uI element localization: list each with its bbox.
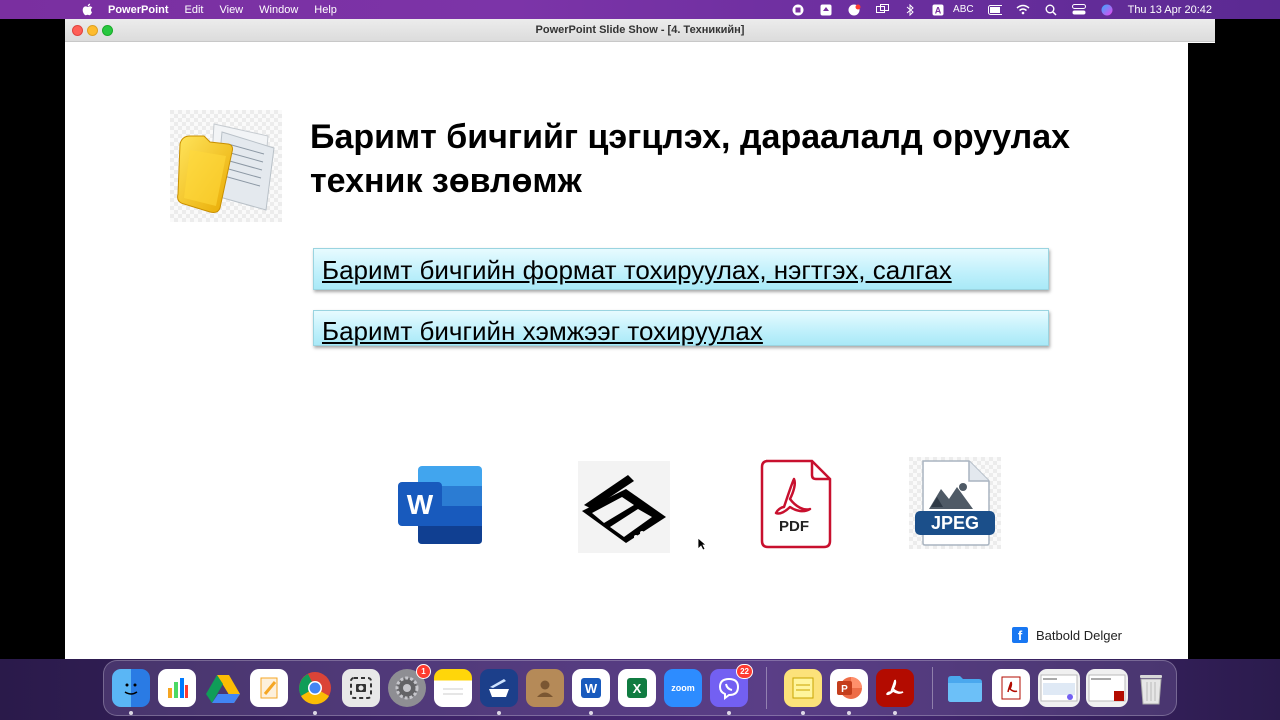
slide-margin-right xyxy=(1188,43,1215,659)
svg-text:A: A xyxy=(935,5,942,15)
dock: 1 W X zoom 22 P xyxy=(103,660,1177,716)
menu-view[interactable]: View xyxy=(219,4,243,16)
apple-menu-icon[interactable] xyxy=(78,0,96,19)
google-drive-icon[interactable] xyxy=(204,669,242,707)
word-icon-letter: W xyxy=(407,489,434,520)
screenshot-icon[interactable] xyxy=(342,669,380,707)
siri-icon[interactable] xyxy=(1100,4,1114,16)
window-thumbnail-1[interactable] xyxy=(1038,669,1080,707)
jpeg-file-icon: JPEG xyxy=(909,457,1001,549)
menu-window[interactable]: Window xyxy=(259,4,298,16)
topic-link-format[interactable]: Баримт бичгийн формат тохируулах, нэгтгэ… xyxy=(313,248,1049,290)
input-source-icon[interactable]: A xyxy=(931,4,945,16)
excel-dock-icon[interactable]: X xyxy=(618,669,656,707)
chrome-icon[interactable] xyxy=(296,669,334,707)
finder-icon[interactable] xyxy=(112,669,150,707)
mouse-cursor-icon xyxy=(697,537,708,551)
stickies-icon[interactable] xyxy=(784,669,822,707)
viber-icon[interactable]: 22 xyxy=(710,664,753,707)
svg-text:P: P xyxy=(841,684,848,695)
screens-icon[interactable] xyxy=(875,4,889,16)
slide-title: Баримт бичгийг цэгцлэх, дараалалд оруула… xyxy=(310,118,1071,200)
maximize-window-button[interactable] xyxy=(102,25,113,36)
upload-icon[interactable] xyxy=(819,4,833,16)
downloads-folder-icon[interactable] xyxy=(946,669,984,707)
menu-help[interactable]: Help xyxy=(314,4,337,16)
folder-documents-image xyxy=(170,110,282,222)
zoom-label: zoom xyxy=(671,683,695,693)
numbers-chart-icon[interactable] xyxy=(158,669,196,707)
battery-icon[interactable] xyxy=(987,4,1002,16)
pdf-stack-icon[interactable] xyxy=(992,669,1030,707)
word-dock-letter: W xyxy=(581,678,601,698)
search-icon[interactable] xyxy=(1044,4,1058,16)
wifi-icon[interactable] xyxy=(1016,4,1030,16)
zoom-icon[interactable]: zoom xyxy=(664,669,702,707)
notes-icon[interactable] xyxy=(434,669,472,707)
stop-recording-icon[interactable] xyxy=(791,4,805,16)
menu-edit[interactable]: Edit xyxy=(185,4,204,16)
pdf-icon-label: PDF xyxy=(779,518,809,535)
excel-dock-letter: X xyxy=(627,678,647,698)
system-settings-icon[interactable]: 1 xyxy=(388,664,431,707)
slide-canvas[interactable]: Баримт бичгийг цэгцлэх, дараалалд оруула… xyxy=(92,43,1188,659)
control-center-icon[interactable] xyxy=(1071,4,1086,16)
acrobat-icon[interactable] xyxy=(876,669,914,707)
minimize-window-button[interactable] xyxy=(87,25,98,36)
window-thumbnail-2[interactable] xyxy=(1086,669,1128,707)
chat-notification-icon[interactable] xyxy=(847,4,861,16)
slide-margin-left xyxy=(65,43,92,659)
word-icon: W xyxy=(398,464,484,546)
contacts-icon[interactable] xyxy=(526,669,564,707)
viber-badge: 22 xyxy=(736,664,753,679)
window-titlebar[interactable]: PowerPoint Slide Show - [4. Техникийн] xyxy=(65,19,1215,42)
menu-bar: PowerPoint Edit View Window Help A ABC T… xyxy=(0,0,1280,19)
scanner-icon xyxy=(578,461,670,553)
input-source-label[interactable]: ABC xyxy=(953,4,974,15)
pdf-file-icon: PDF xyxy=(760,459,832,549)
author-credit: f Batbold Delger xyxy=(1012,627,1122,643)
jpeg-icon-label: JPEG xyxy=(931,513,979,533)
settings-badge: 1 xyxy=(416,664,431,679)
scanner-app-icon[interactable] xyxy=(480,669,518,707)
menubar-clock[interactable]: Thu 13 Apr 20:42 xyxy=(1128,4,1212,16)
pages-icon[interactable] xyxy=(250,669,288,707)
bluetooth-icon[interactable] xyxy=(903,3,917,16)
menu-app-name[interactable]: PowerPoint xyxy=(108,4,169,16)
topic-link-size[interactable]: Баримт бичгийн хэмжээг тохируулах xyxy=(313,310,1049,346)
facebook-icon: f xyxy=(1012,627,1028,643)
close-window-button[interactable] xyxy=(72,25,83,36)
word-dock-icon[interactable]: W xyxy=(572,669,610,707)
trash-icon[interactable] xyxy=(1132,669,1170,707)
window-title: PowerPoint Slide Show - [4. Техникийн] xyxy=(535,24,745,36)
powerpoint-dock-icon[interactable]: P xyxy=(830,669,868,707)
author-name: Batbold Delger xyxy=(1036,627,1122,643)
